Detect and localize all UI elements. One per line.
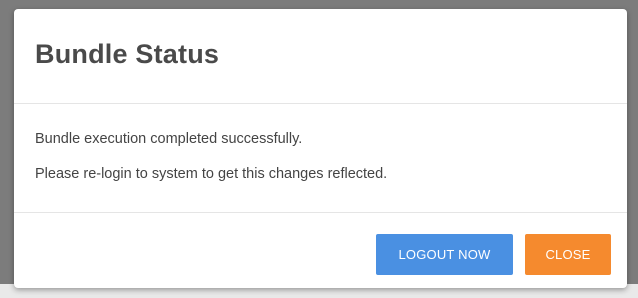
- dialog-title: Bundle Status: [35, 39, 220, 69]
- close-button[interactable]: CLOSE: [525, 234, 611, 275]
- logout-now-button[interactable]: LOGOUT NOW: [376, 234, 513, 275]
- dialog-header: Bundle Status: [14, 9, 627, 104]
- relogin-message: Please re-login to system to get this ch…: [35, 166, 388, 182]
- dialog-body: Bundle execution completed successfully.…: [14, 104, 627, 213]
- success-message: Bundle execution completed successfully.: [35, 131, 303, 147]
- dialog-footer: LOGOUT NOW CLOSE: [14, 213, 627, 288]
- bundle-status-dialog: Bundle Status Bundle execution completed…: [14, 9, 627, 288]
